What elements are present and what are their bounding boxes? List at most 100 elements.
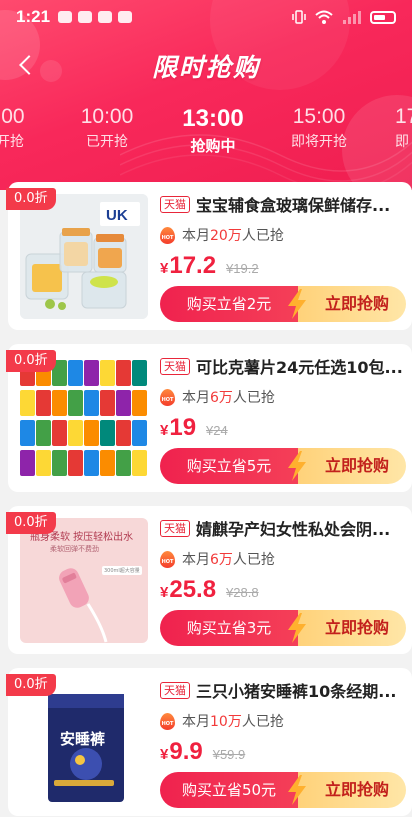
sold-prefix: 本月 (182, 228, 210, 244)
sold-prefix: 本月 (182, 714, 210, 730)
product-title[interactable]: 婧麒孕产妇女性私处会阴... (196, 516, 390, 540)
lightning-icon (288, 451, 306, 481)
chips-bags-image (20, 360, 147, 476)
currency-symbol: ¥ (160, 584, 169, 601)
sold-number: 6万 (210, 552, 233, 568)
sold-suffix: 人已抢 (241, 228, 284, 244)
save-amount-label: 购买立省5元 (160, 448, 298, 484)
grab-now-label: 立即抢购 (298, 448, 406, 484)
buy-now-button[interactable]: 购买立省3元 立即抢购 (160, 610, 406, 646)
tmall-tag: 天猫 (160, 357, 190, 375)
tab-time-slot[interactable]: :00 开抢 (0, 105, 60, 151)
sold-number: 20万 (210, 228, 242, 244)
notification-icon (118, 11, 133, 23)
tab-time-slot[interactable]: 10:00 已开抢 (57, 105, 157, 151)
sold-count: HOT 本月 6万 人已抢 (160, 550, 406, 568)
buy-now-button[interactable]: 购买立省2元 立即抢购 (160, 286, 406, 322)
hot-icon: HOT (160, 226, 175, 244)
status-bar: 1:21 (0, 0, 412, 34)
product-image[interactable] (20, 356, 148, 481)
image-caption: 安睡裤 (60, 730, 106, 748)
product-image[interactable]: UK (20, 194, 148, 319)
discount-badge: 0.0折 (6, 350, 56, 372)
signal-icon (343, 11, 361, 24)
status-time: 1:21 (16, 7, 51, 26)
tab-status: 即将开抢 (291, 134, 347, 150)
notification-icon (58, 11, 73, 23)
hot-icon: HOT (160, 712, 175, 730)
product-image[interactable]: 安睡裤 (20, 680, 148, 805)
battery-icon (370, 10, 396, 24)
product-title[interactable]: 三只小猪安睡裤10条经期... (196, 678, 397, 702)
grab-now-label: 立即抢购 (298, 610, 406, 646)
tab-time-slot-active[interactable]: 13:00 抢购中 (163, 105, 263, 156)
lightning-icon (288, 289, 306, 319)
tmall-tag: 天猫 (160, 195, 190, 213)
buy-now-button[interactable]: 购买立省5元 立即抢购 (160, 448, 406, 484)
original-price: ¥24 (206, 423, 228, 438)
sold-suffix: 人已抢 (232, 390, 275, 406)
price-value: 25.8 (169, 576, 217, 603)
discount-badge: 0.0折 (6, 188, 56, 210)
vibrate-icon (292, 10, 306, 24)
grab-now-label: 立即抢购 (298, 286, 406, 322)
price-value: 19 (169, 414, 197, 441)
discount-badge: 0.0折 (6, 512, 56, 534)
save-amount-label: 购买立省3元 (160, 610, 298, 646)
product-title[interactable]: 宝宝辅食盒玻璃保鲜储存... (196, 192, 390, 216)
product-card[interactable]: 0.0折 天猫 可比克薯片24元任选10包... HOT 本月 6万 人已抢 ¥… (6, 344, 412, 492)
sold-count: HOT 本月 6万 人已抢 (160, 388, 406, 406)
product-info: 天猫 三只小猪安睡裤10条经期... HOT 本月 10万 人已抢 ¥9.9 ¥59… (160, 678, 406, 808)
product-card[interactable]: 0.0折 UK 天猫 宝宝辅食盒玻璃保鲜储存... HOT 本月 20万 人已抢… (6, 182, 412, 330)
tab-time: 15:00 (292, 105, 346, 128)
sale-price: ¥17.2 (160, 252, 216, 280)
tab-time: 17 (395, 105, 412, 128)
hot-icon: HOT (160, 550, 175, 568)
hot-icon: HOT (160, 388, 175, 406)
sold-number: 6万 (210, 390, 233, 406)
product-card[interactable]: 0.0折 安睡裤 天猫 三只小猪安睡裤10条经期... HOT 本月 10万 人已抢… (6, 668, 412, 816)
flash-sale-header: 1:21 限时抢购 :00 开抢 10:00 已开抢 13:00 抢购中 15:… (0, 0, 412, 190)
product-info: 天猫 婧麒孕产妇女性私处会阴... HOT 本月 6万 人已抢 ¥25.8 ¥28.… (160, 516, 406, 646)
sold-prefix: 本月 (182, 390, 210, 406)
currency-symbol: ¥ (160, 746, 169, 763)
sold-count: HOT 本月 20万 人已抢 (160, 226, 406, 244)
discount-badge: 0.0折 (6, 674, 56, 696)
save-amount-label: 购买立省2元 (160, 286, 298, 322)
tab-time-slot[interactable]: 17 即 (365, 105, 412, 151)
currency-symbol: ¥ (160, 260, 169, 277)
original-price: ¥28.8 (226, 585, 259, 600)
sold-prefix: 本月 (182, 552, 210, 568)
lightning-icon (288, 775, 306, 805)
save-amount-label: 购买立省50元 (160, 772, 298, 808)
sale-price: ¥19 (160, 414, 196, 442)
wifi-icon (315, 10, 333, 24)
lightning-icon (288, 613, 306, 643)
original-price: ¥19.2 (226, 261, 259, 276)
tmall-tag: 天猫 (160, 681, 190, 699)
price-value: 17.2 (169, 252, 217, 279)
notification-icon (78, 11, 93, 23)
original-price: ¥59.9 (212, 747, 246, 762)
product-info: 天猫 可比克薯片24元任选10包... HOT 本月 6万 人已抢 ¥19 ¥24 … (160, 354, 406, 484)
currency-symbol: ¥ (160, 422, 169, 439)
tab-status: 抢购中 (190, 137, 236, 155)
tab-time: 10:00 (80, 105, 134, 128)
glass-food-box-image: UK (20, 194, 148, 319)
tab-time: :00 (0, 105, 25, 128)
svg-text:UK: UK (106, 207, 128, 224)
sale-price: ¥9.9 (160, 738, 203, 766)
sold-suffix: 人已抢 (232, 552, 275, 568)
nav-bar: 限时抢购 (0, 44, 412, 88)
tab-status: 已开抢 (86, 134, 128, 150)
product-image[interactable]: 瓶身柔软 按压轻松出水 柔软回弹不费劲 300ml超大容量 (20, 518, 148, 643)
tab-time-slot[interactable]: 15:00 即将开抢 (269, 105, 369, 151)
tab-time: 13:00 (182, 105, 244, 132)
sold-number: 10万 (210, 714, 242, 730)
sold-suffix: 人已抢 (241, 714, 284, 730)
product-info: 天猫 宝宝辅食盒玻璃保鲜储存... HOT 本月 20万 人已抢 ¥17.2 ¥19… (160, 192, 406, 322)
buy-now-button[interactable]: 购买立省50元 立即抢购 (160, 772, 406, 808)
product-card[interactable]: 0.0折 瓶身柔软 按压轻松出水 柔软回弹不费劲 300ml超大容量 天猫 婧麒… (6, 506, 412, 654)
product-title[interactable]: 可比克薯片24元任选10包... (196, 354, 403, 378)
tab-status: 开抢 (0, 134, 24, 150)
